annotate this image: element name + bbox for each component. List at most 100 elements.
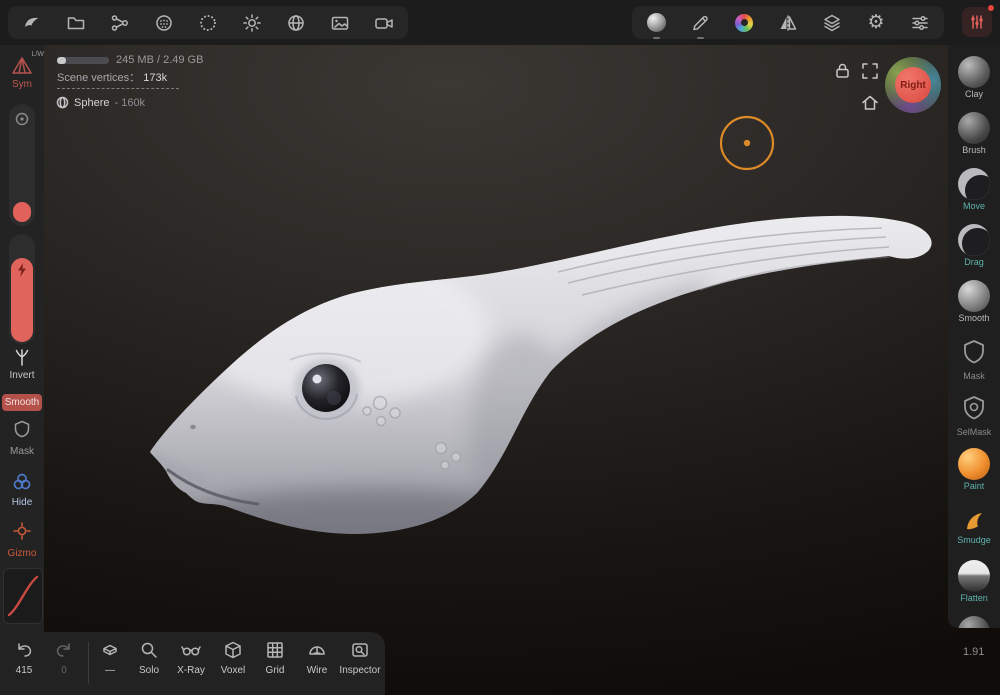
app-logo-icon[interactable] <box>22 13 42 33</box>
eye-reflection <box>327 391 341 405</box>
smooth-matcap-icon <box>958 280 990 312</box>
tool-label: Flatten <box>960 593 988 603</box>
tool-smooth[interactable]: Smooth <box>948 275 1000 331</box>
clay-matcap-icon <box>958 56 990 88</box>
redo-count: 0 <box>61 665 67 676</box>
tool-clay[interactable]: Clay <box>948 51 1000 107</box>
fullscreen-icon[interactable] <box>860 61 878 79</box>
falloff-curve-icon <box>7 575 39 617</box>
tool-brush[interactable]: Brush <box>948 107 1000 163</box>
smooth-shortcut-label: Smooth <box>4 397 40 408</box>
layers-value: — <box>105 665 115 676</box>
voxel-button[interactable]: Voxel <box>215 640 251 676</box>
undo-button[interactable]: 415 <box>8 640 40 676</box>
stroke-dotted-circle-icon[interactable] <box>198 13 218 33</box>
settings-gear-icon[interactable]: ⚙ <box>866 13 886 33</box>
brush-cursor <box>719 115 775 171</box>
interface-sliders-icon[interactable] <box>910 13 930 33</box>
matcap-sphere-icon[interactable] <box>646 13 666 39</box>
partial-matcap-icon <box>958 616 990 628</box>
layers-icon[interactable] <box>822 13 842 33</box>
brush-matcap-icon <box>958 112 990 144</box>
notification-dot <box>988 5 994 11</box>
drag-crescent-icon <box>958 224 990 256</box>
tool-selmask[interactable]: SelMask <box>948 387 1000 443</box>
mask-shortcut-icon[interactable] <box>13 420 31 438</box>
grid-icon <box>267 642 283 658</box>
grid-label: Grid <box>265 665 285 676</box>
view-orientation-ball[interactable]: Right <box>885 57 941 113</box>
tool-label: Paint <box>963 481 985 491</box>
invert-icon[interactable] <box>13 348 31 366</box>
grid-button[interactable]: Grid <box>258 640 292 676</box>
xray-glasses-icon <box>181 646 201 656</box>
camera-icon[interactable] <box>374 13 394 33</box>
stats-divider <box>57 88 179 89</box>
hide-knot-icon[interactable] <box>12 472 32 492</box>
intensity-bolt-icon <box>18 263 26 277</box>
lighting-sun-icon[interactable] <box>242 13 262 33</box>
tool-smudge[interactable]: Smudge <box>948 499 1000 555</box>
tool-move[interactable]: Move <box>948 163 1000 219</box>
tool-label: Drag <box>964 257 984 267</box>
radius-icon <box>15 112 29 126</box>
history-grid-icon[interactable] <box>962 5 994 37</box>
falloff-curve-box[interactable] <box>3 568 43 624</box>
symmetry-tent-icon[interactable] <box>11 55 33 77</box>
view-face-label: Right <box>900 79 926 91</box>
creature-eye <box>302 364 350 412</box>
intensity-slider[interactable] <box>9 234 35 344</box>
home-view-icon[interactable] <box>860 93 878 111</box>
inspector-icon <box>352 643 368 657</box>
tool-drag[interactable]: Drag <box>948 219 1000 275</box>
tool-mask[interactable]: Mask <box>948 331 1000 387</box>
bottom-bar-divider <box>88 642 89 684</box>
solo-button[interactable]: Solo <box>132 640 166 676</box>
sculpt-model <box>150 115 932 534</box>
material-globe-icon[interactable] <box>286 13 306 33</box>
pencil-icon[interactable] <box>690 13 710 39</box>
wire-button[interactable]: Wire <box>299 640 335 676</box>
remesh-sphere-icon[interactable] <box>154 13 174 33</box>
undo-count: 415 <box>15 665 33 676</box>
layers-button[interactable]: — <box>94 640 126 676</box>
inspector-button[interactable]: Inspector <box>336 640 384 676</box>
view-face-button[interactable]: Right <box>895 67 931 103</box>
inspector-label: Inspector <box>339 665 381 676</box>
solo-magnifier-icon <box>141 642 157 658</box>
voxel-label: Voxel <box>220 665 246 676</box>
tool-next-partial[interactable] <box>948 611 1000 628</box>
tool-paint[interactable]: Paint <box>948 443 1000 499</box>
background-image-icon[interactable] <box>330 13 350 33</box>
undo-icon <box>18 643 32 657</box>
object-vertex-count: - 160k <box>114 96 146 109</box>
tool-flatten[interactable]: Flatten <box>948 555 1000 611</box>
scene-graph-icon[interactable] <box>110 13 130 33</box>
top-toolbar: ⚙ <box>0 0 1000 45</box>
smooth-shortcut-button[interactable]: Smooth <box>2 394 42 411</box>
sym-label: Sym <box>12 79 32 90</box>
sculpt-app-window: ⚙ 245 MB / 2.49 GB Scene vertices： 173k <box>0 0 1000 695</box>
xray-button[interactable]: X-Ray <box>172 640 210 676</box>
tool-label: Smooth <box>958 313 990 323</box>
radius-slider[interactable] <box>9 104 35 226</box>
gizmo-icon[interactable] <box>13 522 31 540</box>
memory-text: 245 MB / 2.49 GB <box>116 54 204 66</box>
mask-shield-icon <box>964 340 984 364</box>
color-wheel-icon[interactable] <box>734 13 754 33</box>
tool-label: Brush <box>962 145 986 155</box>
nostril <box>190 424 196 430</box>
active-object-row[interactable]: Sphere - 160k <box>56 96 145 109</box>
invert-label: Invert <box>9 370 35 381</box>
files-folder-icon[interactable] <box>66 13 86 33</box>
lock-view-icon[interactable] <box>833 61 851 79</box>
symmetry-mirror-icon[interactable] <box>778 13 798 33</box>
mask-shortcut-label: Mask <box>10 446 34 457</box>
left-tool-strip: L/W Sym Invert Smooth Mask Hide Gizmo <box>0 45 44 632</box>
scene-vertices-value: 173k <box>143 72 168 84</box>
redo-button[interactable]: 0 <box>48 640 80 676</box>
topbar-left-group <box>8 6 408 39</box>
tool-label: SelMask <box>956 427 992 437</box>
voxel-cube-icon <box>225 641 241 659</box>
radius-slider-fill <box>13 202 31 222</box>
